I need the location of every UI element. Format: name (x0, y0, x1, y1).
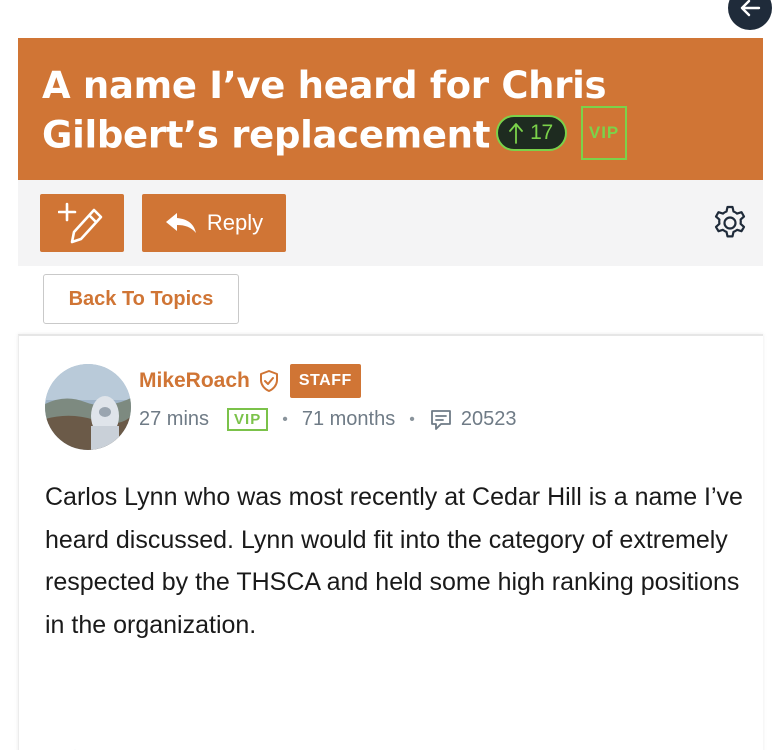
back-arrow-button[interactable] (728, 0, 772, 30)
membership-length: 71 months (301, 408, 396, 430)
arrow-up-icon (509, 123, 523, 144)
reply-arrow-icon (165, 213, 196, 233)
post-body: Carlos Lynn who was most recently at Ced… (45, 483, 743, 639)
avatar[interactable] (45, 364, 131, 450)
topic-header: A name I’ve heard for Chris Gilbert’s re… (18, 38, 763, 180)
new-post-button[interactable] (40, 194, 124, 252)
vote-count: 17 (530, 121, 553, 144)
post-meta: 27 mins VIP • 71 months • 20523 (139, 408, 516, 431)
reply-label: Reply (206, 210, 264, 235)
shield-check-icon (259, 370, 278, 392)
staff-badge: STAFF (289, 364, 361, 398)
pencil-plus-icon (58, 202, 103, 244)
settings-button[interactable] (711, 204, 749, 242)
author-row: MikeRoach STAFF (139, 364, 361, 398)
meta-separator: • (282, 410, 288, 428)
avatar-photo (45, 364, 131, 450)
comment-icon (430, 409, 451, 430)
topic-title: A name I’ve heard for Chris Gilbert’s re… (42, 62, 737, 164)
author-vip-badge: VIP (227, 408, 269, 431)
vip-badge: VIP (580, 106, 628, 160)
arrow-left-icon (740, 0, 761, 17)
author-post-count: 20523 (460, 408, 517, 430)
post-card: MikeRoach STAFF 27 mins VIP • 71 months … (18, 334, 763, 750)
author-name[interactable]: MikeRoach (139, 369, 250, 393)
post-time: 27 mins (139, 408, 210, 430)
meta-separator: • (409, 410, 415, 428)
topic-toolbar: Reply (18, 180, 763, 266)
reply-button[interactable]: Reply (142, 194, 286, 252)
gear-icon (714, 205, 746, 238)
back-to-topics-button[interactable]: Back To Topics (43, 274, 239, 324)
post-actions-partial (74, 749, 76, 750)
vote-pill[interactable]: 17 (496, 115, 567, 151)
